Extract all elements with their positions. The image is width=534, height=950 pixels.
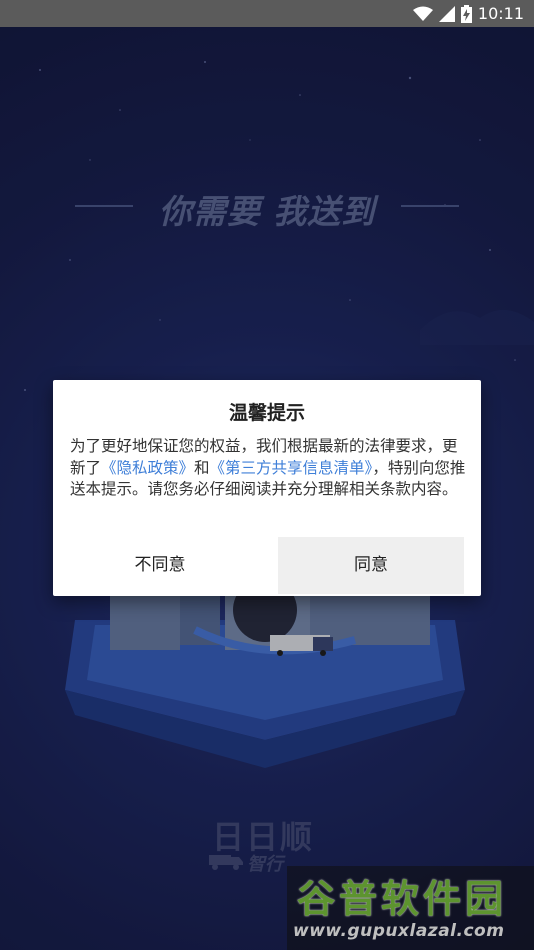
privacy-policy-link[interactable]: 《隐私政策》 (101, 459, 194, 477)
status-time: 10:11 (477, 4, 524, 23)
status-bar: 10:11 (0, 0, 534, 27)
cellular-signal-icon (438, 5, 455, 22)
dialog-message: 为了更好地保证您的权益，我们根据最新的法律要求，更新了《隐私政策》和《第三方共享… (70, 436, 470, 501)
status-icons: 10:11 (412, 3, 524, 24)
disagree-button[interactable]: 不同意 (53, 537, 267, 594)
dialog-title: 温馨提示 (228, 402, 305, 424)
battery-charging-icon (460, 4, 472, 23)
dialog-message-and: 和 (194, 458, 210, 477)
privacy-notice-dialog: 温馨提示 为了更好地保证您的权益，我们根据最新的法律要求，更新了《隐私政策》和《… (53, 380, 481, 596)
agree-button[interactable]: 同意 (278, 537, 464, 594)
app-screen: 你需要 我送到 日日顺 智行 谷普软件园 www.gupuxlazal.com (0, 0, 534, 950)
wifi-icon (412, 6, 433, 21)
third-party-list-link[interactable]: 《第三方共享信息清单》 (210, 459, 373, 477)
